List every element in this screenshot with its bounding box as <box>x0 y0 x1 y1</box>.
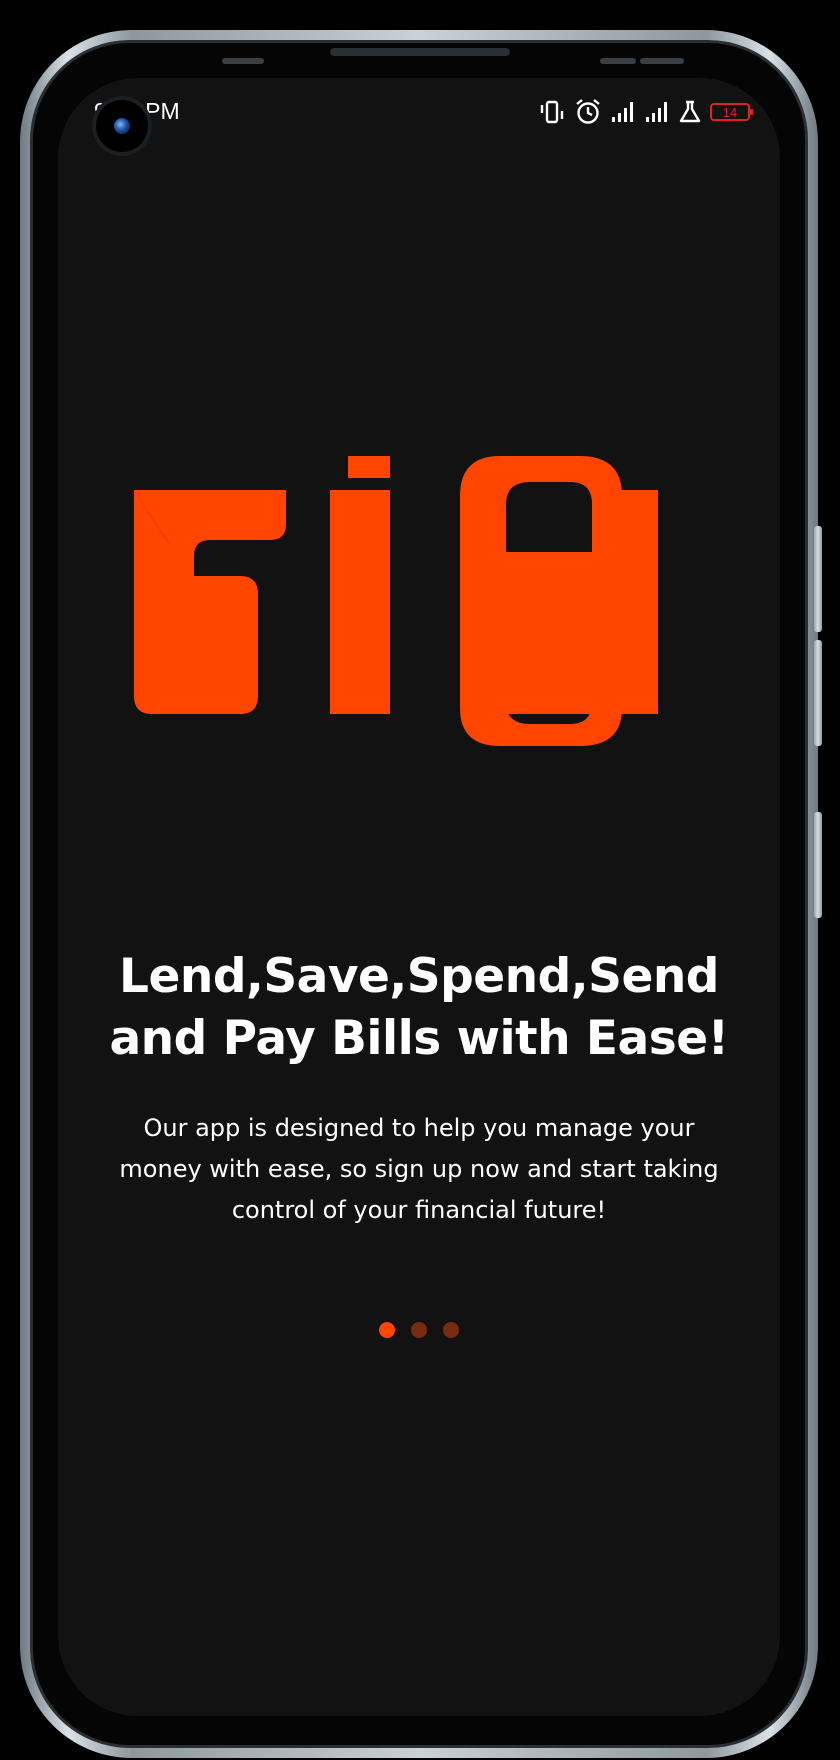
battery-icon: 14 <box>710 103 753 121</box>
headline-line: and Pay Bills with Ease! <box>109 1011 729 1066</box>
logo-right-base <box>506 632 658 714</box>
camera-lens <box>114 118 130 134</box>
description-line: control of your financial future! <box>231 1196 607 1224</box>
light-sensor <box>600 58 636 64</box>
page-indicator <box>58 1322 780 1338</box>
status-icons: 14 <box>538 98 753 126</box>
earpiece-speaker <box>330 48 510 56</box>
volume-up-button <box>814 640 822 746</box>
signal-icon <box>612 102 633 122</box>
description-line: money with ease, so sign up now and star… <box>119 1155 719 1183</box>
headline-line: Lend,Save,Spend,Send <box>119 949 719 1004</box>
front-sensor <box>640 58 684 64</box>
logo-right-inner-block <box>506 552 606 632</box>
logo-middle-stem <box>330 490 390 714</box>
lab-flask-icon <box>679 100 701 123</box>
signal-icon <box>646 102 667 122</box>
page-dot-active[interactable] <box>379 1322 395 1338</box>
alarm-icon <box>576 99 600 124</box>
page-dot[interactable] <box>411 1322 427 1338</box>
brand-logo <box>134 456 658 746</box>
description-line: Our app is designed to help you manage y… <box>143 1114 695 1142</box>
status-bar: 9:41 PM <box>58 78 780 156</box>
power-button <box>814 526 822 632</box>
page-dot[interactable] <box>443 1322 459 1338</box>
onboarding-description: Our app is designed to help you manage y… <box>78 1108 760 1231</box>
front-camera <box>92 96 152 156</box>
vibrate-icon <box>540 100 564 124</box>
logo-left-top <box>194 490 286 556</box>
app-screen: 9:41 PM <box>58 78 780 1716</box>
proximity-sensor <box>222 58 264 64</box>
brand-logo-mark <box>134 456 658 746</box>
onboarding-headline: Lend,Save,Spend,Send and Pay Bills with … <box>78 946 760 1070</box>
logo-middle-cap <box>348 456 390 478</box>
volume-down-button <box>814 812 822 918</box>
